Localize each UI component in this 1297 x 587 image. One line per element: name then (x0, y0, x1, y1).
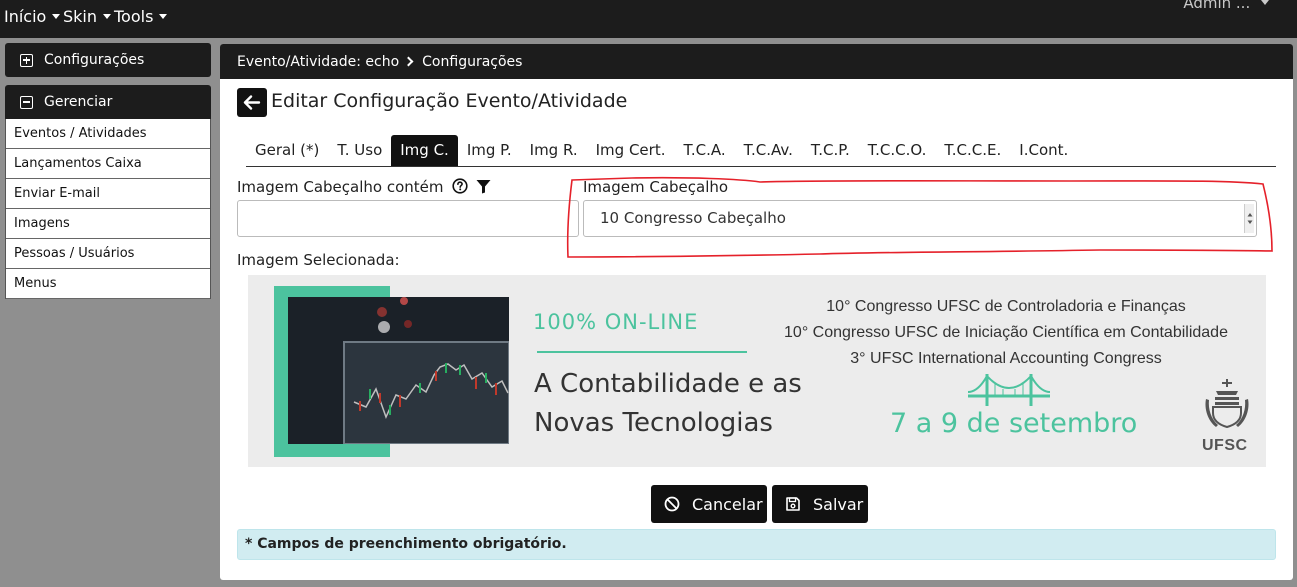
banner-logo-text: UFSC (1202, 437, 1248, 454)
select-label: Imagem Cabeçalho (583, 178, 729, 196)
sidebar-item-pessoas[interactable]: Pessoas / Usuários (6, 239, 210, 269)
tab-geral[interactable]: Geral (*) (246, 135, 328, 166)
caret-down-icon (1261, 0, 1269, 5)
filter-label-row: Imagem Cabeçalho contém (237, 178, 491, 196)
cancel-button[interactable]: Cancelar (651, 485, 767, 523)
top-navbar: Início Skin Tools Admin ... (0, 0, 1297, 38)
sidebar-manage-panel: Gerenciar Eventos / Atividades Lançament… (5, 85, 211, 299)
caret-down-icon (103, 13, 112, 19)
chevron-right-icon (403, 56, 414, 67)
tab-img-cert[interactable]: Img Cert. (587, 135, 675, 166)
banner-headline-line2: Novas Tecnologias (534, 408, 773, 438)
required-fields-notice: * Campos de preenchimento obrigatório. (237, 529, 1276, 560)
banner-event-line: 3° UFSC International Accounting Congres… (850, 350, 1162, 367)
tab-icont[interactable]: I.Cont. (1010, 135, 1077, 166)
sidebar-item-eventos[interactable]: Eventos / Atividades (6, 119, 210, 149)
nav-skin-label: Skin (63, 7, 98, 26)
tab-tcco[interactable]: T.C.C.O. (859, 135, 936, 166)
arrow-left-icon (243, 95, 261, 110)
nav-inicio-dropdown[interactable]: Início (4, 7, 61, 27)
sidebar-item-lancamentos[interactable]: Lançamentos Caixa (6, 149, 210, 179)
banner-headline: A Contabilidade e as Novas Tecnologias (534, 365, 854, 443)
sidebar-item-label: Pessoas / Usuários (14, 246, 135, 261)
sidebar-manage-toggle[interactable]: Gerenciar (5, 85, 211, 119)
selected-image-label: Imagem Selecionada: (237, 251, 400, 269)
main-card: Evento/Atividade: echo Configurações Edi… (220, 44, 1293, 580)
config-tabs: Geral (*) T. Uso Img C. Img P. Img R. Im… (246, 135, 1276, 167)
sidebar-manage-label: Gerenciar (44, 94, 113, 110)
tab-img-cabecalho[interactable]: Img C. (391, 135, 458, 166)
caret-down-icon (159, 13, 168, 19)
sidebar-config-label: Configurações (44, 52, 145, 68)
floppy-disk-icon (786, 497, 800, 511)
ban-icon (664, 496, 680, 512)
stock-chart-photo-icon (288, 297, 509, 444)
sidebar-manage-list: Eventos / Atividades Lançamentos Caixa E… (5, 119, 211, 299)
filter-icon[interactable] (476, 179, 491, 194)
tab-termo-uso[interactable]: T. Uso (328, 135, 391, 166)
banner-event-line: 10° Congresso UFSC de Iniciação Científi… (784, 324, 1228, 341)
filter-label: Imagem Cabeçalho contém (237, 178, 444, 196)
nav-tools-dropdown[interactable]: Tools (114, 7, 168, 27)
header-image-select[interactable]: 10 Congresso Cabeçalho (583, 200, 1257, 237)
ufsc-logo-icon (1205, 379, 1249, 429)
filter-input[interactable] (237, 200, 579, 237)
expand-plus-icon (20, 53, 33, 67)
breadcrumb: Evento/Atividade: echo Configurações (220, 44, 1293, 79)
tab-img-p[interactable]: Img P. (458, 135, 521, 166)
sidebar-item-label: Menus (14, 276, 57, 291)
banner-tagline: 100% ON-LINE (533, 310, 699, 334)
sort-arrows-icon (1247, 213, 1253, 224)
sidebar-item-label: Imagens (14, 216, 70, 231)
breadcrumb-current: Configurações (422, 53, 523, 70)
collapse-minus-icon (20, 95, 33, 109)
tab-tca[interactable]: T.C.A. (674, 135, 734, 166)
tab-tcp[interactable]: T.C.P. (802, 135, 859, 166)
selected-image-preview: 100% ON-LINE A Contabilidade e as Novas … (248, 275, 1266, 467)
save-button[interactable]: Salvar (772, 485, 868, 523)
select-value: 10 Congresso Cabeçalho (600, 209, 786, 227)
caret-down-icon (52, 13, 61, 19)
banner-event-line: 10° Congresso UFSC de Controladoria e Fi… (826, 298, 1186, 315)
banner-date: 7 a 9 de setembro (890, 408, 1138, 439)
tab-tcav[interactable]: T.C.Av. (735, 135, 802, 166)
tab-img-r[interactable]: Img R. (521, 135, 587, 166)
sidebar-item-label: Lançamentos Caixa (14, 156, 142, 171)
sidebar-item-enviar-email[interactable]: Enviar E-mail (6, 179, 210, 209)
sidebar-item-imagens[interactable]: Imagens (6, 209, 210, 239)
sidebar-item-menus[interactable]: Menus (6, 269, 210, 299)
page-title: Editar Configuração Evento/Atividade (271, 90, 628, 112)
nav-skin-dropdown[interactable]: Skin (63, 7, 112, 27)
sidebar-item-label: Eventos / Atividades (14, 126, 147, 141)
user-menu[interactable]: Admin ... (1183, 0, 1269, 13)
nav-inicio-label: Início (4, 7, 47, 26)
sidebar-config-toggle[interactable]: Configurações (5, 43, 211, 77)
save-button-label: Salvar (813, 494, 864, 514)
select-arrow (1244, 204, 1254, 233)
banner-event-lines: 10° Congresso UFSC de Controladoria e Fi… (756, 294, 1256, 372)
bridge-icon (968, 374, 1050, 406)
help-circle-icon[interactable] (452, 178, 468, 194)
sidebar-config-panel: Configurações (5, 43, 211, 77)
back-button[interactable] (237, 88, 267, 117)
nav-tools-label: Tools (114, 7, 154, 26)
sidebar-item-label: Enviar E-mail (14, 186, 100, 201)
tab-tcce[interactable]: T.C.C.E. (935, 135, 1010, 166)
banner-divider (537, 351, 747, 353)
user-name: Admin ... (1183, 0, 1255, 12)
breadcrumb-parent-link[interactable]: Evento/Atividade: echo (237, 54, 399, 70)
banner-photo (288, 297, 509, 444)
cancel-button-label: Cancelar (692, 494, 763, 514)
